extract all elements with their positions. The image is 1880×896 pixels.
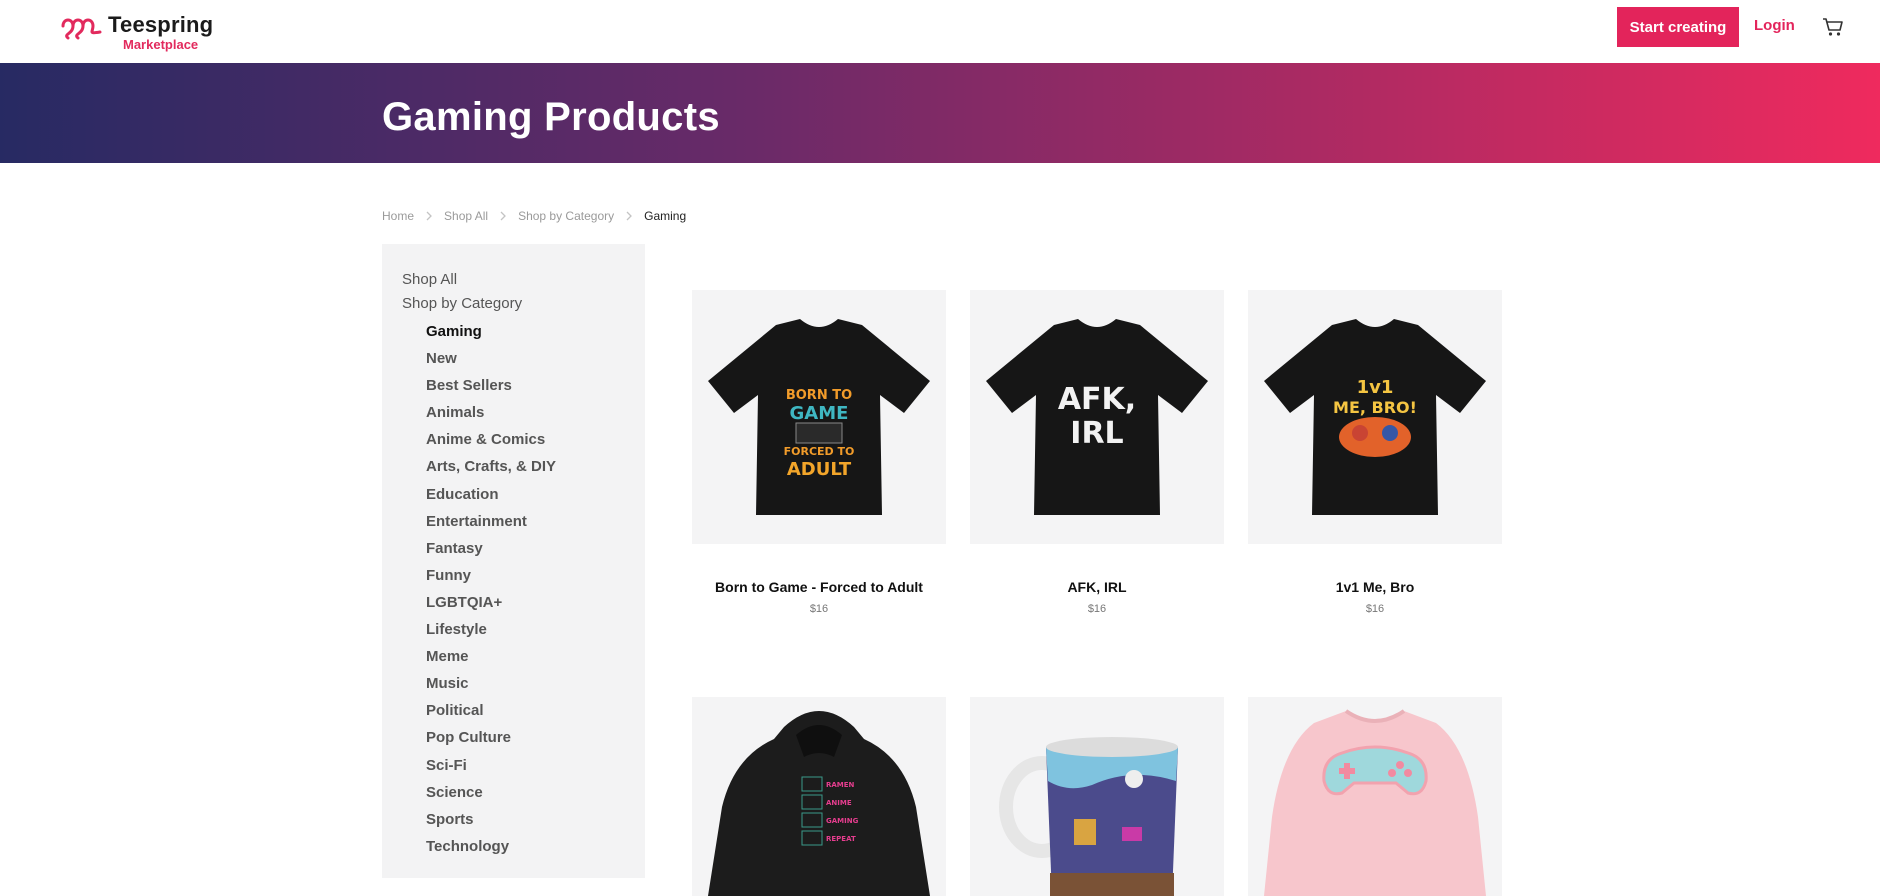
product-card[interactable]: 1v1 ME, BRO! 1v1 Me, Bro $16 <box>1248 290 1502 615</box>
sidebar-item-lgbtqia[interactable]: LGBTQIA+ <box>402 589 625 616</box>
shirt-art-text: AFK, <box>1058 382 1136 417</box>
product-image[interactable]: 1v1 ME, BRO! <box>1248 290 1502 544</box>
breadcrumb-shop-all[interactable]: Shop All <box>444 209 488 223</box>
category-banner: Gaming Products <box>0 63 1880 163</box>
product-image[interactable]: AFK, IRL <box>970 290 1224 544</box>
shirt-art-text: BORN TO <box>786 388 852 403</box>
hoodie-art-text: ANIME <box>826 799 852 807</box>
cart-icon[interactable] <box>1822 17 1844 37</box>
product-title[interactable]: AFK, IRL <box>970 579 1224 595</box>
product-card[interactable]: AFK, IRL AFK, IRL $16 <box>970 290 1224 615</box>
sidebar-item-science[interactable]: Science <box>402 779 625 806</box>
sweatshirt-icon <box>1264 709 1486 896</box>
breadcrumb: Home Shop All Shop by Category Gaming <box>382 209 686 223</box>
shirt-art-text: ADULT <box>787 459 852 480</box>
sidebar-item-political[interactable]: Political <box>402 697 625 724</box>
mug-icon <box>999 737 1178 896</box>
breadcrumb-shop-by-category[interactable]: Shop by Category <box>518 209 614 223</box>
logo-name: Teespring <box>108 12 214 37</box>
chevron-right-icon <box>414 211 444 221</box>
page-title: Gaming Products <box>382 95 720 139</box>
chevron-right-icon <box>614 211 644 221</box>
chevron-right-icon <box>488 211 518 221</box>
teespring-logo[interactable]: Teespring Marketplace <box>60 12 213 52</box>
hoodie-art-text: REPEAT <box>826 835 856 843</box>
top-header: Teespring Marketplace Start creating Log… <box>0 0 1880 63</box>
category-sidebar: Shop All Shop by Category Gaming New Bes… <box>382 244 645 878</box>
logo-subtitle: Marketplace <box>123 37 199 52</box>
sidebar-item-sci-fi[interactable]: Sci-Fi <box>402 752 625 779</box>
sidebar-item-entertainment[interactable]: Entertainment <box>402 508 625 535</box>
product-image[interactable] <box>970 697 1224 896</box>
sidebar-item-sports[interactable]: Sports <box>402 806 625 833</box>
breadcrumb-home[interactable]: Home <box>382 209 414 223</box>
sidebar-item-fantasy[interactable]: Fantasy <box>402 535 625 562</box>
tshirt-icon: 1v1 ME, BRO! <box>1264 319 1486 515</box>
category-list: Gaming New Best Sellers Animals Anime & … <box>402 318 625 860</box>
hoodie-art-text: GAMING <box>826 817 859 825</box>
start-creating-button[interactable]: Start creating <box>1617 7 1739 47</box>
hoodie-icon: RAMEN ANIME GAMING REPEAT <box>708 711 930 896</box>
shirt-art-text: FORCED TO <box>784 445 855 458</box>
sidebar-item-arts-crafts-diy[interactable]: Arts, Crafts, & DIY <box>402 453 625 480</box>
shirt-art-text: GAME <box>790 403 849 424</box>
product-card[interactable] <box>970 697 1224 896</box>
product-title[interactable]: 1v1 Me, Bro <box>1248 579 1502 595</box>
product-card[interactable] <box>1248 697 1502 896</box>
product-image[interactable]: BORN TO GAME FORCED TO ADULT <box>692 290 946 544</box>
sidebar-item-education[interactable]: Education <box>402 481 625 508</box>
login-link[interactable]: Login <box>1754 17 1795 34</box>
product-price: $16 <box>809 603 829 615</box>
tshirt-icon: BORN TO GAME FORCED TO ADULT <box>708 319 930 515</box>
sidebar-item-animals[interactable]: Animals <box>402 399 625 426</box>
product-price: $16 <box>1365 603 1385 615</box>
sidebar-item-lifestyle[interactable]: Lifestyle <box>402 616 625 643</box>
teespring-logo-icon <box>61 18 102 40</box>
shirt-art-graphic <box>1339 417 1411 457</box>
sidebar-item-funny[interactable]: Funny <box>402 562 625 589</box>
sidebar-shop-by-category[interactable]: Shop by Category <box>402 292 625 316</box>
sidebar-item-meme[interactable]: Meme <box>402 643 625 670</box>
sidebar-shop-all[interactable]: Shop All <box>402 268 625 292</box>
sidebar-item-new[interactable]: New <box>402 345 625 372</box>
shirt-art-graphic <box>795 422 843 444</box>
sidebar-item-pop-culture[interactable]: Pop Culture <box>402 724 625 751</box>
product-title[interactable]: Born to Game - Forced to Adult <box>692 579 946 595</box>
sidebar-item-music[interactable]: Music <box>402 670 625 697</box>
sidebar-item-anime-comics[interactable]: Anime & Comics <box>402 426 625 453</box>
sidebar-item-best-sellers[interactable]: Best Sellers <box>402 372 625 399</box>
shirt-art-text: IRL <box>1070 416 1123 451</box>
sidebar-item-technology[interactable]: Technology <box>402 833 625 860</box>
shirt-art-text: 1v1 <box>1357 377 1394 398</box>
tshirt-icon: AFK, IRL <box>986 319 1208 515</box>
product-image[interactable] <box>1248 697 1502 896</box>
product-image[interactable]: RAMEN ANIME GAMING REPEAT <box>692 697 946 896</box>
product-price: $16 <box>1087 603 1107 615</box>
breadcrumb-current: Gaming <box>644 209 687 223</box>
shirt-art-text: ME, BRO! <box>1333 398 1417 417</box>
sidebar-item-gaming[interactable]: Gaming <box>402 318 625 345</box>
product-card[interactable]: RAMEN ANIME GAMING REPEAT <box>692 697 946 896</box>
product-card[interactable]: BORN TO GAME FORCED TO ADULT Born to Gam… <box>692 290 946 615</box>
hoodie-art-text: RAMEN <box>826 781 855 789</box>
